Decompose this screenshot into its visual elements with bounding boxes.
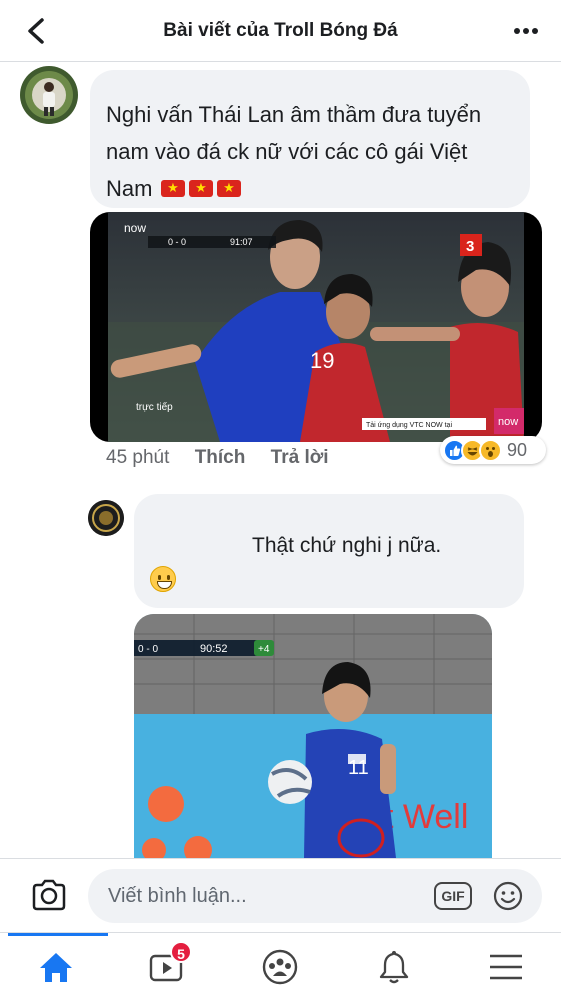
vietnam-flag-icon: [160, 178, 185, 198]
comment-composer: Viết bình luận... GIF: [0, 858, 561, 932]
comment-actions: 45 phút Thích Trả lời: [106, 447, 349, 469]
gif-button[interactable]: GIF: [434, 882, 472, 910]
channel-logo: now: [124, 221, 146, 235]
more-options-icon[interactable]: [511, 16, 541, 46]
emoji-picker-icon[interactable]: [492, 880, 524, 912]
comment-input-placeholder: Viết bình luận...: [108, 885, 247, 907]
reply-text: Thật chứ nghi j nữa.: [252, 534, 442, 557]
comment-input[interactable]: Viết bình luận... GIF: [88, 869, 542, 923]
advertising-board-text: t Well: [384, 798, 468, 836]
match-clock: 91:07: [230, 237, 253, 247]
notification-badge: 5: [170, 941, 192, 963]
like-link[interactable]: Thích: [195, 447, 246, 468]
home-tab-icon[interactable]: [34, 947, 78, 987]
reply-bubble: Thật chứ nghi j nữa.: [134, 494, 524, 608]
comment-time: 45 phút: [106, 447, 170, 468]
menu-hamburger-icon[interactable]: [484, 947, 528, 987]
reply-link[interactable]: Trả lời: [271, 447, 329, 468]
channel-badge: 3: [466, 238, 474, 255]
bottom-tab-bar: 5: [0, 932, 561, 1000]
vietnam-flag-icon: [216, 178, 241, 198]
notifications-bell-icon[interactable]: [372, 947, 416, 987]
reaction-count: 90: [507, 439, 528, 460]
page-title: Bài viết của Troll Bóng Đá: [163, 20, 398, 41]
wow-icon: [479, 438, 502, 462]
reply-avatar[interactable]: [88, 500, 124, 536]
added-time: +4: [258, 644, 270, 655]
watch-tab[interactable]: 5: [146, 941, 192, 987]
match-clock: 90:52: [200, 643, 228, 655]
commenter-avatar[interactable]: [20, 66, 78, 124]
ticker-text: Tải ứng dụng VTC NOW tại: [366, 422, 452, 429]
score-overlay: 0 - 0: [138, 644, 158, 655]
corner-logo: now: [498, 416, 518, 428]
comment-photo[interactable]: now 0 - 0 91:07 3 trực tiếp 19 Tải ứng d…: [90, 212, 542, 442]
camera-icon[interactable]: [30, 877, 68, 913]
grinning-face-emoji-icon: [150, 566, 176, 592]
vietnam-flag-icon: [188, 178, 213, 198]
top-bar: Bài viết của Troll Bóng Đá: [0, 0, 561, 62]
groups-tab-icon[interactable]: [258, 947, 302, 987]
score-overlay: 0 - 0: [168, 237, 186, 247]
jersey-number: 11: [348, 757, 369, 779]
reply-photo[interactable]: t Well 11 0 - 0 90:52 +4: [134, 614, 492, 858]
live-label: trực tiếp: [136, 401, 173, 413]
reaction-summary[interactable]: 90: [440, 436, 546, 464]
comment-bubble: Nghi vấn Thái Lan âm thầm đưa tuyển nam …: [90, 70, 530, 208]
jersey-number: 19: [310, 348, 334, 373]
active-tab-indicator: [8, 933, 108, 936]
